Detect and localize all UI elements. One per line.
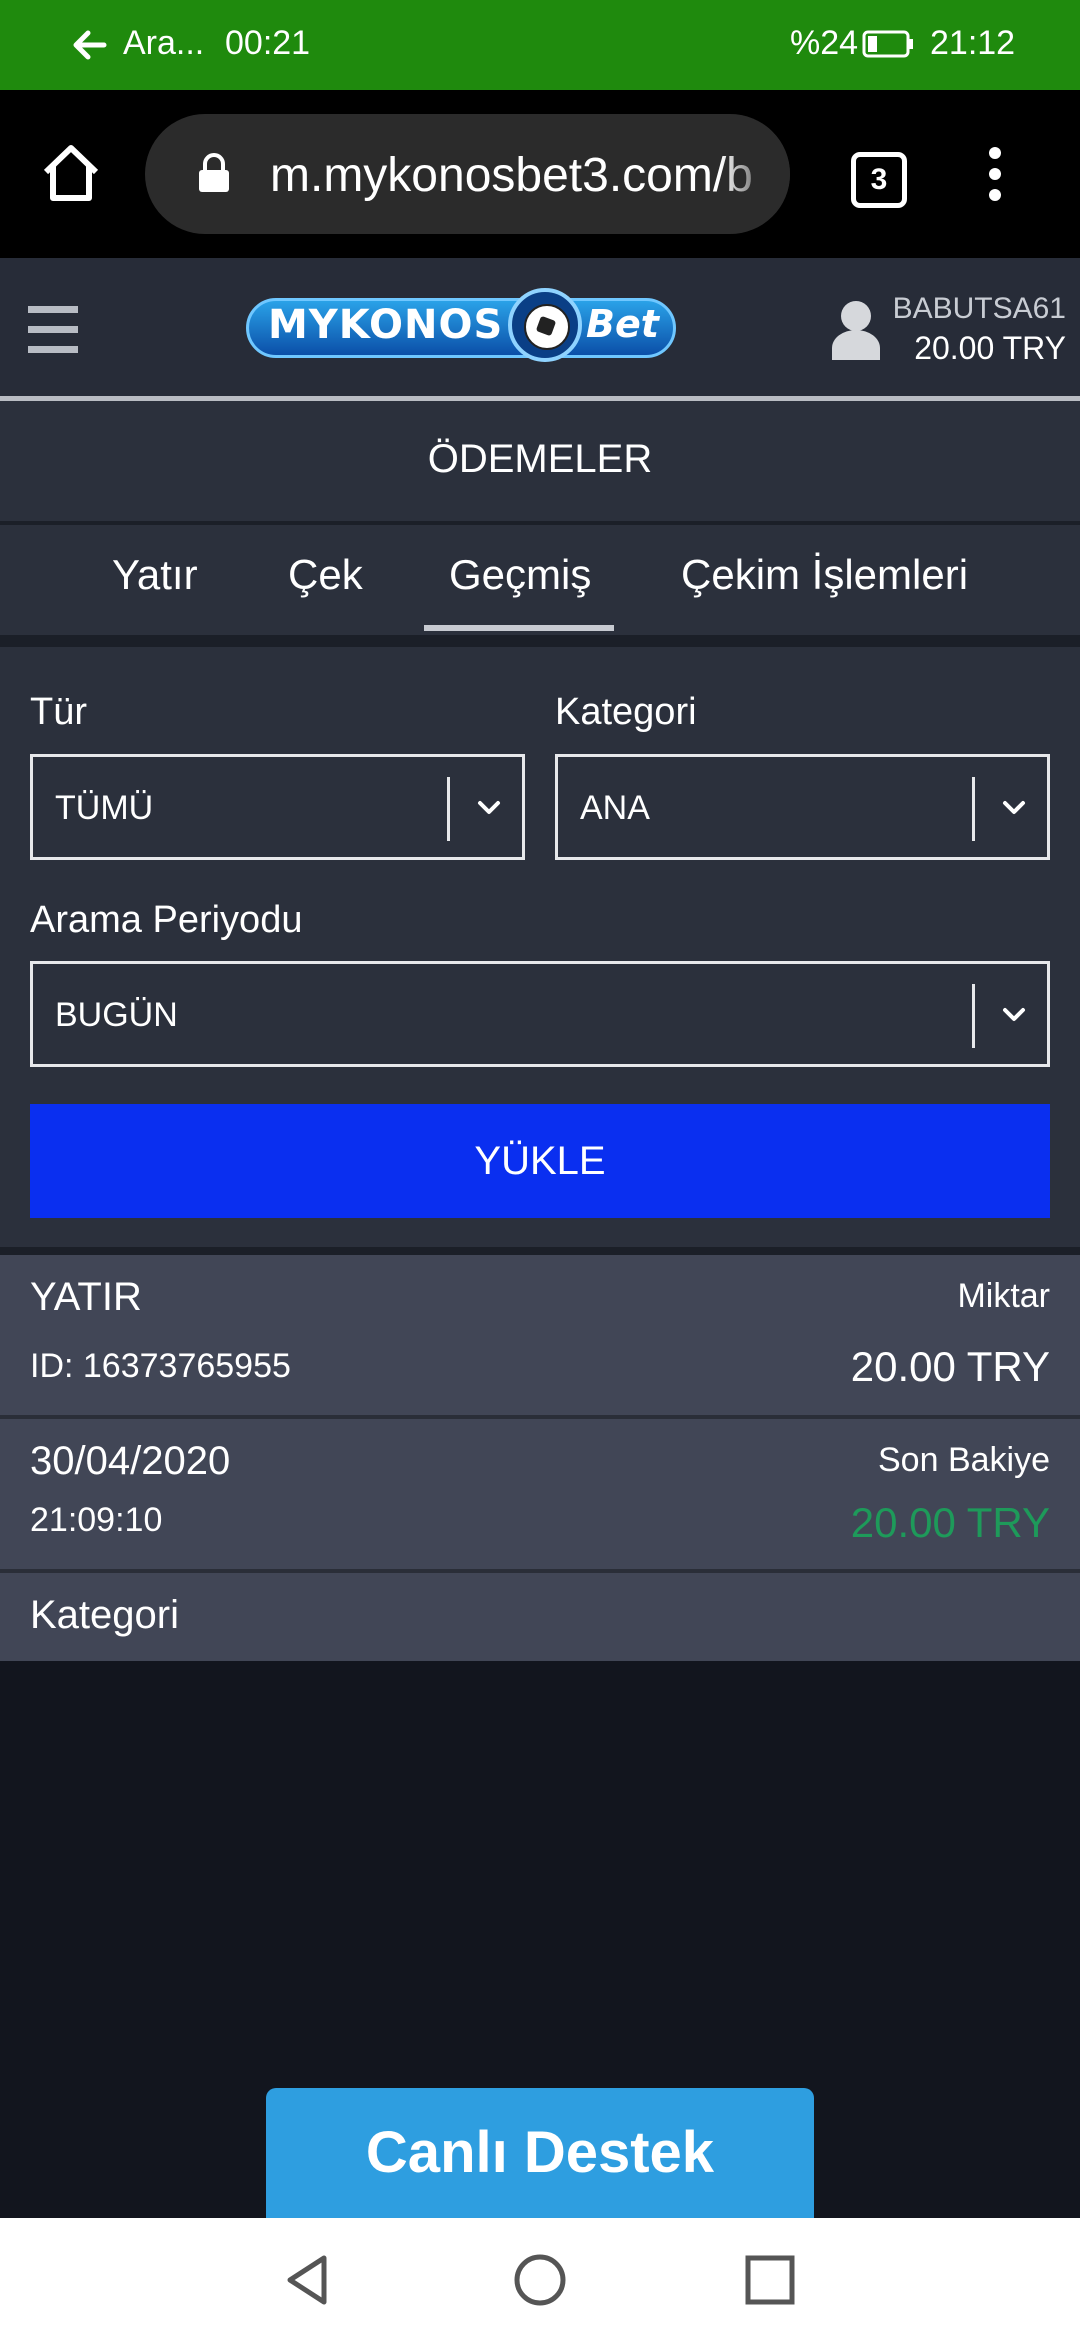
username[interactable]: BABUTSA61 <box>893 292 1066 326</box>
balance-label: Son Bakiye <box>878 1441 1050 1479</box>
url-text[interactable]: m.mykonosbet3.com/b <box>270 148 770 203</box>
chevron-down-icon <box>478 801 500 814</box>
amount-label: Miktar <box>957 1277 1050 1315</box>
page-title: ÖDEMELER <box>427 437 653 481</box>
live-support-button[interactable]: Canlı Destek <box>266 2088 814 2218</box>
status-timer: 00:21 <box>225 24 311 62</box>
divider <box>0 1247 1080 1255</box>
tab-switcher-button[interactable]: 3 <box>851 152 907 208</box>
period-label: Arama Periyodu <box>30 899 303 941</box>
divider <box>0 635 1080 647</box>
period-select[interactable]: BUGÜN <box>30 961 1050 1067</box>
transaction-row-date: 30/04/2020 21:09:10 Son Bakiye 20.00 TRY <box>0 1419 1080 1569</box>
system-nav-bar <box>0 2218 1080 2340</box>
transaction-type: YATIR <box>30 1275 142 1319</box>
site-logo[interactable]: MYKONOS Bet <box>246 288 676 368</box>
tab-withdrawal-operations[interactable]: Çekim İşlemleri <box>681 551 968 599</box>
status-app-label[interactable]: Ara... <box>123 24 204 63</box>
category-row-label: Kategori <box>30 1593 179 1637</box>
type-select[interactable]: TÜMÜ <box>30 754 525 860</box>
select-divider <box>447 777 450 841</box>
user-avatar-icon[interactable] <box>830 298 882 360</box>
soccer-ball-icon <box>508 288 582 362</box>
home-icon[interactable] <box>40 142 102 204</box>
transaction-row-header: YATIR ID: 16373765955 Miktar 20.00 TRY <box>0 1255 1080 1415</box>
type-select-value: TÜMÜ <box>55 789 154 827</box>
logo-suffix: Bet <box>586 302 659 346</box>
transaction-amount: 20.00 TRY <box>850 1343 1050 1390</box>
transaction-time: 21:09:10 <box>30 1501 163 1539</box>
nav-recents-icon[interactable] <box>742 2252 798 2308</box>
status-bar: Ara... 00:21 %24 21:12 <box>0 0 1080 90</box>
transaction-date: 30/04/2020 <box>30 1439 231 1483</box>
chevron-down-icon <box>1003 801 1025 814</box>
back-arrow-icon[interactable] <box>70 22 110 68</box>
tab-withdraw[interactable]: Çek <box>288 551 363 599</box>
payment-tabs: Yatır Çek Geçmiş Çekim İşlemleri <box>0 525 1080 635</box>
category-label: Kategori <box>555 691 697 733</box>
logo-text: MYKONOS <box>268 302 504 348</box>
tab-history[interactable]: Geçmiş <box>449 551 591 599</box>
period-select-value: BUGÜN <box>55 996 178 1034</box>
nav-back-icon[interactable] <box>280 2252 336 2308</box>
status-clock: 21:12 <box>930 24 1016 62</box>
site-header: MYKONOS Bet BABUTSA61 20.00 TRY <box>0 258 1080 401</box>
last-balance: 20.00 TRY <box>850 1499 1050 1546</box>
category-select[interactable]: ANA <box>555 754 1050 860</box>
browser-toolbar: m.mykonosbet3.com/b 3 <box>0 90 1080 258</box>
type-label: Tür <box>30 691 87 733</box>
active-tab-indicator <box>424 625 614 631</box>
select-divider <box>972 984 975 1048</box>
hamburger-menu-icon[interactable] <box>28 306 78 354</box>
more-menu-icon[interactable] <box>980 146 1010 202</box>
transaction-row-category: Kategori <box>0 1573 1080 1661</box>
load-button[interactable]: YÜKLE <box>30 1104 1050 1218</box>
chevron-down-icon <box>1003 1008 1025 1021</box>
filter-panel: Tür TÜMÜ Kategori ANA Arama Periyodu BUG… <box>0 647 1080 1247</box>
category-select-value: ANA <box>580 789 650 827</box>
battery-percent: %24 <box>790 24 859 62</box>
user-balance: 20.00 TRY <box>914 330 1066 366</box>
battery-icon <box>862 30 913 58</box>
url-fade <box>720 114 790 234</box>
select-divider <box>972 777 975 841</box>
page-title-bar: ÖDEMELER <box>0 401 1080 525</box>
tab-deposit[interactable]: Yatır <box>112 551 198 599</box>
lock-icon <box>199 153 229 192</box>
nav-home-icon[interactable] <box>512 2252 568 2308</box>
transaction-id: ID: 16373765955 <box>30 1347 291 1385</box>
address-bar[interactable]: m.mykonosbet3.com/b <box>145 114 790 234</box>
